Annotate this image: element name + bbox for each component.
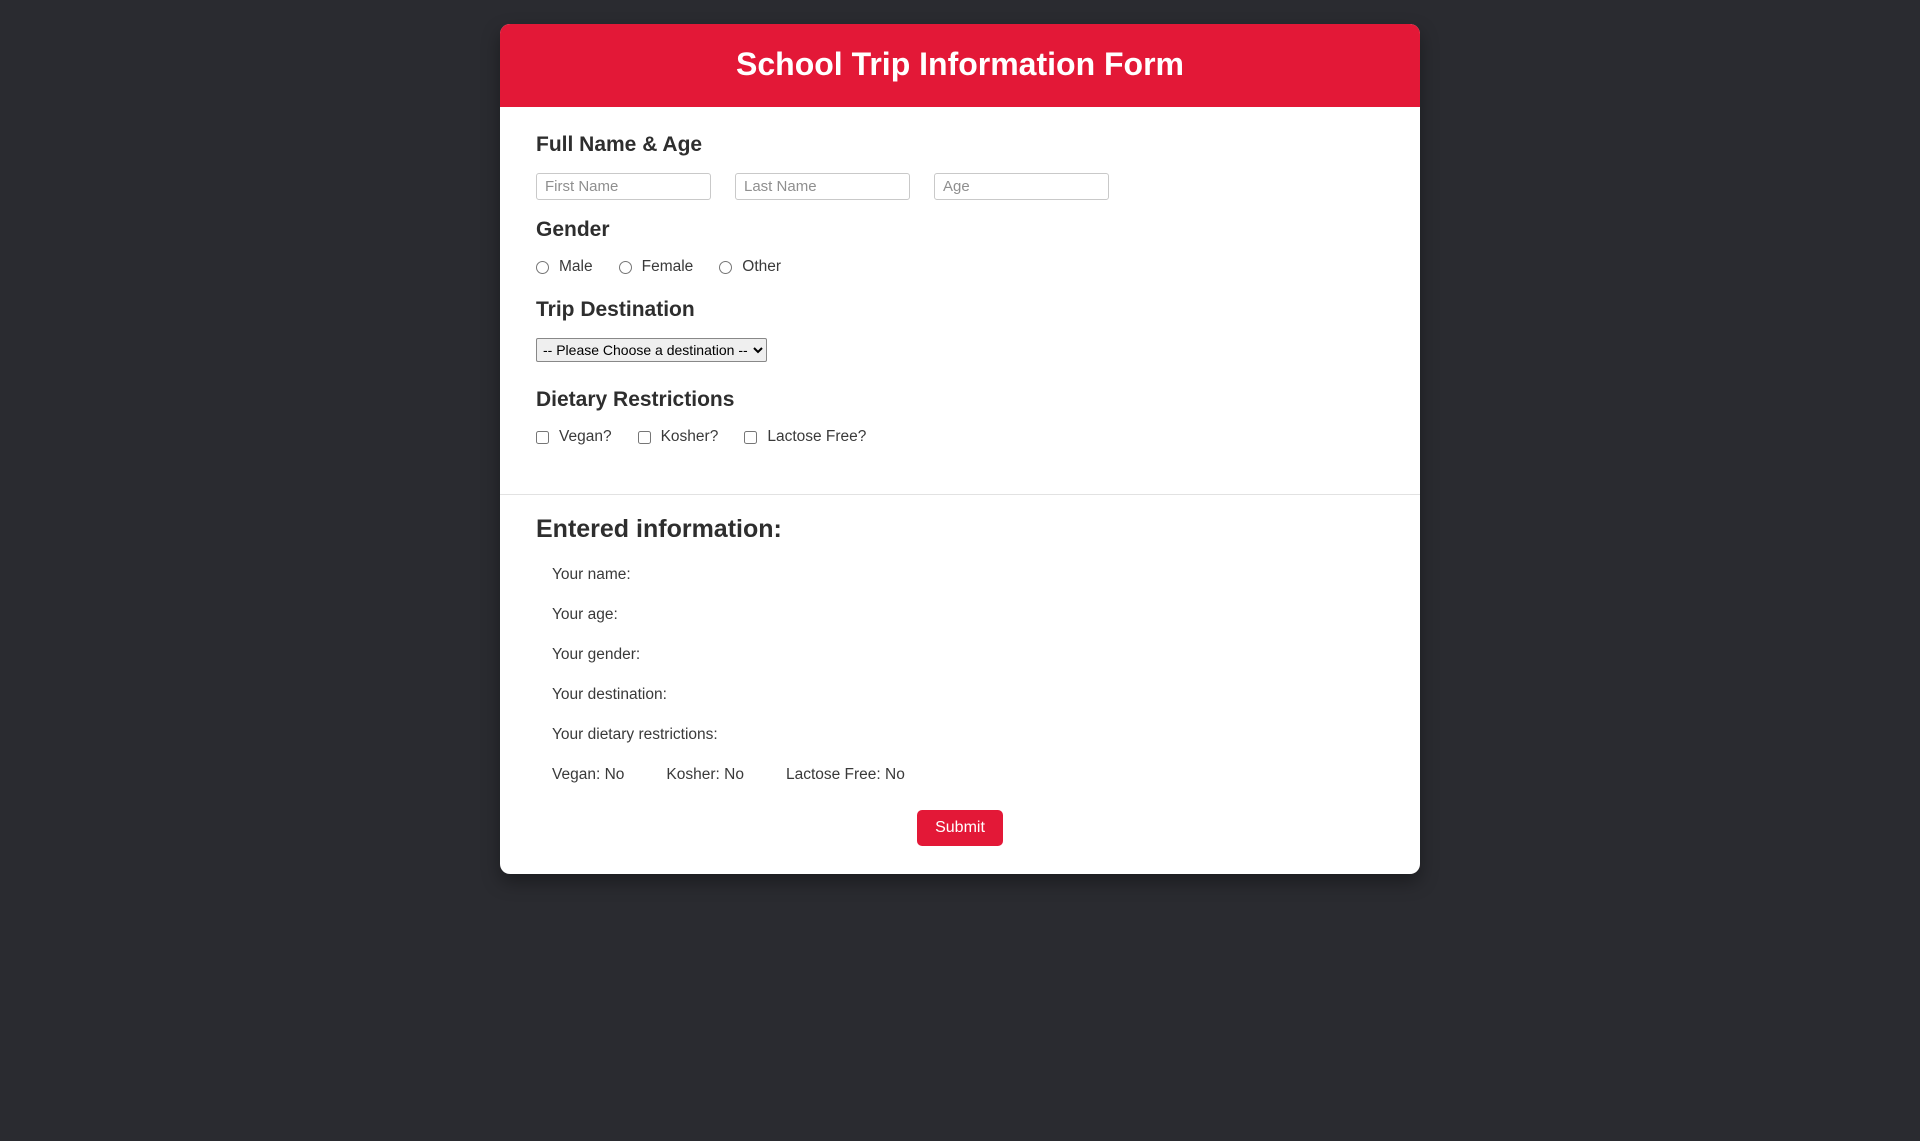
form-body: Full Name & Age Gender Male Female Other… (500, 107, 1420, 476)
summary-dietary: Your dietary restrictions: (552, 726, 1384, 744)
dietary-option-lactose[interactable]: Lactose Free? (744, 428, 866, 446)
vegan-checkbox[interactable] (536, 431, 549, 444)
gender-group: Male Female Other (536, 258, 1384, 276)
lactose-checkbox[interactable] (744, 431, 757, 444)
gender-option-female[interactable]: Female (619, 258, 694, 276)
summary-name: Your name: (552, 566, 1384, 584)
form-title: School Trip Information Form (516, 46, 1404, 83)
dietary-group: Vegan? Kosher? Lactose Free? (536, 428, 1384, 446)
summary-title: Entered information: (536, 515, 1384, 544)
summary-kosher-value: Kosher: No (666, 766, 744, 784)
summary-gender: Your gender: (552, 646, 1384, 664)
destination-select[interactable]: -- Please Choose a destination -- (536, 338, 767, 362)
summary-destination: Your destination: (552, 686, 1384, 704)
summary-dietary-values: Vegan: No Kosher: No Lactose Free: No (552, 766, 1384, 784)
summary-lactose-value: Lactose Free: No (786, 766, 905, 784)
gender-radio-female[interactable] (619, 261, 632, 274)
name-age-row (536, 173, 1384, 200)
gender-label-male: Male (559, 258, 593, 276)
dietary-option-kosher[interactable]: Kosher? (638, 428, 719, 446)
kosher-checkbox[interactable] (638, 431, 651, 444)
gender-label-female: Female (642, 258, 694, 276)
gender-label-other: Other (742, 258, 781, 276)
section-title-name-age: Full Name & Age (536, 133, 1384, 157)
lactose-label: Lactose Free? (767, 428, 866, 446)
form-header: School Trip Information Form (500, 24, 1420, 107)
gender-option-male[interactable]: Male (536, 258, 593, 276)
summary-age: Your age: (552, 606, 1384, 624)
section-title-destination: Trip Destination (536, 298, 1384, 322)
gender-option-other[interactable]: Other (719, 258, 781, 276)
section-title-gender: Gender (536, 218, 1384, 242)
kosher-label: Kosher? (661, 428, 719, 446)
summary-section: Entered information: Your name: Your age… (500, 495, 1420, 874)
dietary-option-vegan[interactable]: Vegan? (536, 428, 612, 446)
first-name-input[interactable] (536, 173, 711, 200)
summary-vegan-value: Vegan: No (552, 766, 624, 784)
vegan-label: Vegan? (559, 428, 612, 446)
section-title-dietary: Dietary Restrictions (536, 388, 1384, 412)
submit-wrap: Submit (536, 810, 1384, 846)
gender-radio-male[interactable] (536, 261, 549, 274)
form-card: School Trip Information Form Full Name &… (500, 24, 1420, 874)
submit-button[interactable]: Submit (917, 810, 1003, 846)
gender-radio-other[interactable] (719, 261, 732, 274)
last-name-input[interactable] (735, 173, 910, 200)
age-input[interactable] (934, 173, 1109, 200)
